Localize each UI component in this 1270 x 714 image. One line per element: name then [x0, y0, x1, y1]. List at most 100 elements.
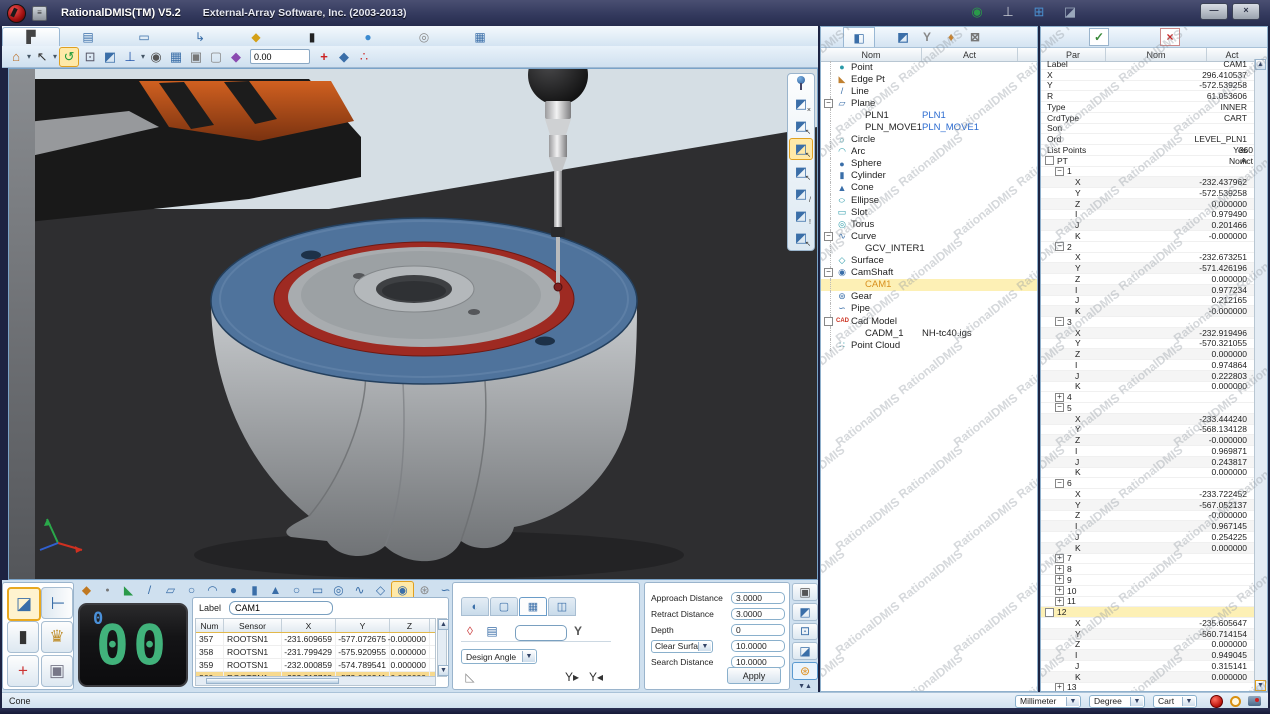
property-row-x[interactable]: X-232.673251 — [1041, 253, 1257, 264]
robot-arm-icon[interactable]: ⊥ — [998, 3, 1018, 21]
tree-item-gcv-inter1[interactable]: GCV_INTER1 — [821, 242, 1037, 254]
column-header-num[interactable]: Num — [196, 619, 224, 632]
scroll-up-icon[interactable]: ▲ — [1255, 59, 1266, 70]
retract-distance-input[interactable]: 3.0000 — [731, 608, 785, 620]
property-row-x[interactable]: X296.410537 — [1041, 70, 1257, 81]
property-row-z[interactable]: Z0.000000 — [1041, 274, 1257, 285]
zoom-probe-icon[interactable]: ⊡ — [792, 623, 818, 641]
probe-touch-button[interactable]: ◩↖ — [790, 116, 812, 136]
probe-forward-icon[interactable]: Y▸ — [563, 669, 581, 685]
axis-dropdown[interactable]: ▾ — [141, 52, 145, 61]
collapse-box-icon[interactable]: − — [1055, 317, 1064, 326]
property-row-j[interactable]: J0.243817 — [1041, 457, 1257, 468]
probe-small-icon[interactable]: ◩ — [894, 29, 912, 45]
property-row-z[interactable]: Z0.000000 — [1041, 640, 1257, 651]
tree-item-surface[interactable]: ◇Surface — [821, 255, 1037, 267]
filter-icon[interactable]: Y — [569, 623, 587, 639]
property-row-j[interactable]: J0.315141 — [1041, 661, 1257, 672]
tab-machine[interactable]: ▛ — [2, 27, 60, 46]
axes-button[interactable]: + — [7, 655, 39, 687]
checkbox-icon[interactable] — [1045, 156, 1054, 165]
probe-angle-icon[interactable]: ◆ — [227, 48, 245, 66]
sphere-icon[interactable]: ● — [223, 582, 244, 599]
tree-item-pln-move1[interactable]: PLN_MOVE1PLN_MOVE1 — [821, 121, 1037, 133]
property-row-y[interactable]: Y-560.714154 — [1041, 629, 1257, 640]
tab-transform[interactable]: ↳ — [172, 28, 228, 46]
machine-part-icon[interactable]: ▣ — [792, 583, 818, 601]
table-row[interactable]: 359ROOTSN1-232.000859-574.7895410.000000 — [196, 659, 435, 672]
property-row-x[interactable]: X-232.437962 — [1041, 177, 1257, 188]
filter-icon[interactable]: Y — [918, 29, 936, 45]
tree-item-gear[interactable]: ⊛Gear — [821, 291, 1037, 303]
cursor-dropdown[interactable]: ▾ — [53, 52, 57, 61]
tree-item-slot[interactable]: ▭Slot — [821, 206, 1037, 218]
slot-icon[interactable]: ▭ — [307, 582, 328, 599]
collapse-box-icon[interactable]: − — [1055, 167, 1064, 176]
property-row-i[interactable]: I0.979490 — [1041, 210, 1257, 221]
property-row-crdtype[interactable]: CrdTypeCART — [1041, 113, 1257, 124]
tree-item-ellipse[interactable]: ○Ellipse — [821, 194, 1037, 206]
property-row-13[interactable]: 13+ — [1041, 683, 1257, 693]
property-row-1[interactable]: 1− — [1041, 167, 1257, 178]
expand-box-icon[interactable]: + — [1055, 393, 1064, 402]
tree-item-cylinder[interactable]: ▮Cylinder — [821, 170, 1037, 182]
ellipse-icon[interactable]: ○ — [286, 582, 307, 599]
property-row-k[interactable]: K0.000000 — [1041, 382, 1257, 393]
timer-icon[interactable] — [1230, 696, 1241, 707]
unit-length-select[interactable]: Millimeter▼ — [1015, 695, 1081, 708]
alignment-button[interactable]: ⊥ — [41, 587, 73, 619]
property-row-label[interactable]: LabelCAM1 — [1041, 59, 1257, 70]
dual-monitor-icon[interactable]: ⊞ — [1029, 3, 1049, 21]
property-row-8[interactable]: 8+ — [1041, 564, 1257, 575]
property-row-list-points[interactable]: List PointsYes360 — [1041, 145, 1257, 156]
tab-media[interactable]: ◎ — [396, 28, 452, 46]
tree-item-pln1[interactable]: PLN1PLN1 — [821, 109, 1037, 121]
delete-x-icon[interactable]: × — [1160, 28, 1180, 46]
property-row-7[interactable]: 7+ — [1041, 554, 1257, 565]
property-row-x[interactable]: X-233.444240 — [1041, 414, 1257, 425]
collapse-box-icon[interactable]: − — [1055, 242, 1064, 251]
property-row-z[interactable]: Z-0.000000 — [1041, 435, 1257, 446]
basket-icon[interactable]: ♦ — [942, 29, 960, 45]
probe-rotate-button[interactable]: ◩↖ — [789, 138, 813, 160]
coordinate-input[interactable] — [250, 49, 310, 64]
close-button[interactable]: × — [1232, 3, 1260, 20]
torus-icon[interactable]: ◎ — [328, 582, 349, 599]
crosshair-icon[interactable]: + — [315, 48, 333, 66]
tree-item-torus[interactable]: ◎Torus — [821, 218, 1037, 230]
probe-cube-button[interactable]: ◪ — [7, 587, 41, 621]
property-row-12[interactable]: 12 — [1041, 607, 1257, 618]
column-header-y[interactable]: Y — [336, 619, 390, 632]
hand-probe-icon[interactable]: ◪ — [792, 642, 818, 660]
tree-item-plane[interactable]: −▱Plane — [821, 97, 1037, 109]
home-dropdown[interactable]: ▾ — [27, 52, 31, 61]
viewport-3d[interactable]: ◩×◩↖◩↖◩↖◩/◩!◩↖ — [8, 68, 818, 580]
pin-icon[interactable] — [796, 76, 806, 90]
property-row-4[interactable]: 4+ — [1041, 392, 1257, 403]
eye-icon[interactable]: ◉ — [147, 48, 165, 66]
plane-icon[interactable]: ▱ — [160, 582, 181, 599]
tree-item-cadm-1[interactable]: CADM_1NH-tc40.igs — [821, 327, 1037, 339]
surface-icon[interactable]: ◇ — [370, 582, 391, 599]
tab-window[interactable]: ▭ — [116, 28, 172, 46]
column-header-z[interactable]: Z — [390, 619, 430, 632]
probe-pick-button[interactable]: ◩↖ — [790, 162, 812, 182]
iso-view-icon[interactable]: ◩ — [101, 48, 119, 66]
probe-back-icon[interactable]: Y◂ — [587, 669, 605, 685]
delete-cube-icon[interactable]: ⊠ — [966, 29, 984, 45]
property-row-y[interactable]: Y-567.052137 — [1041, 500, 1257, 511]
property-row-j[interactable]: J0.212165 — [1041, 296, 1257, 307]
property-row-x[interactable]: X-233.722452 — [1041, 489, 1257, 500]
tree-column-header[interactable]: Nom Act — [821, 48, 1037, 62]
table-row[interactable]: 357ROOTSN1-231.609659-577.072675-0.00000… — [196, 633, 435, 646]
circle-icon[interactable]: ○ — [181, 582, 202, 599]
tree-item-cam1[interactable]: CAM1 — [821, 279, 1037, 291]
property-row-son[interactable]: Son — [1041, 124, 1257, 135]
grid-header[interactable]: NumSensorXYZ — [196, 619, 435, 633]
property-row-3[interactable]: 3− — [1041, 317, 1257, 328]
column-header-sensor[interactable]: Sensor — [224, 619, 282, 632]
property-row-k[interactable]: K0.000000 — [1041, 543, 1257, 554]
expand-box-icon[interactable]: + — [1055, 683, 1064, 692]
collapse-box-icon[interactable]: − — [1055, 479, 1064, 488]
property-row-i[interactable]: I0.969871 — [1041, 446, 1257, 457]
